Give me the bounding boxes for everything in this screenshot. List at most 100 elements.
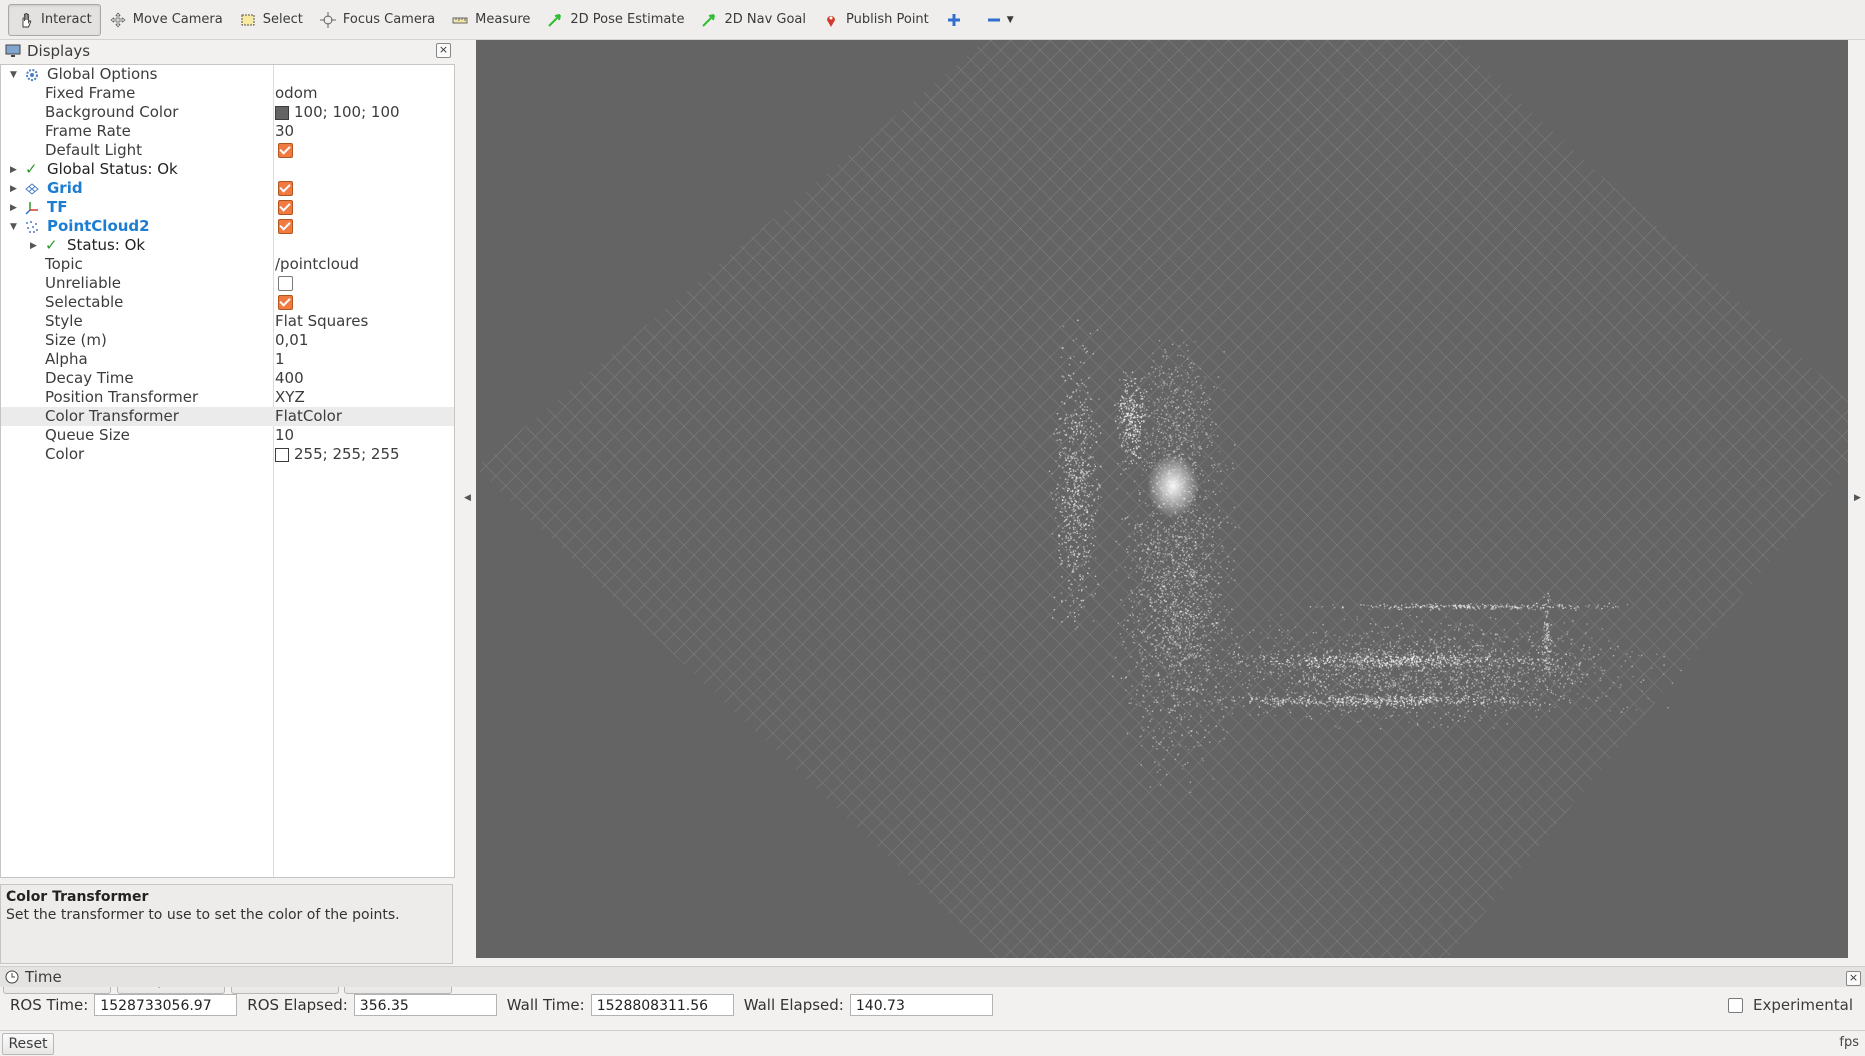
expand-arrow-icon[interactable]: ▶ — [30, 241, 37, 251]
render-viewport[interactable] — [476, 40, 1848, 958]
point — [1062, 447, 1064, 450]
point — [1174, 603, 1177, 605]
queue-size-value[interactable]: 10 — [275, 426, 294, 445]
tree-row-global-status[interactable]: ▶ ✓ Global Status: Ok — [1, 160, 454, 179]
point — [1506, 681, 1508, 683]
point — [1223, 738, 1225, 740]
expand-arrow-icon[interactable]: ▼ — [10, 222, 17, 232]
tree-row-tf[interactable]: ▶ TF — [1, 198, 454, 217]
2d-pose-estimate-tool-button[interactable]: 2D Pose Estimate — [538, 5, 692, 35]
color-swatch[interactable] — [275, 105, 289, 120]
publish-point-tool-button[interactable]: Publish Point — [814, 5, 937, 35]
tree-row-size[interactable]: Size (m) 0,01 — [1, 331, 454, 350]
alpha-value[interactable]: 1 — [275, 350, 285, 369]
tree-row-queue-size[interactable]: Queue Size 10 — [1, 426, 454, 445]
tree-row-fixed-frame[interactable]: Fixed Frame odom — [1, 84, 454, 103]
tf-checkbox[interactable] — [278, 200, 293, 215]
measure-tool-button[interactable]: Measure — [443, 5, 538, 35]
point — [1273, 702, 1275, 705]
tree-row-color[interactable]: Color 255; 255; 255 — [1, 445, 454, 464]
point — [1202, 557, 1204, 560]
point — [1528, 652, 1531, 654]
point — [1536, 680, 1538, 682]
point — [1171, 686, 1173, 689]
point — [1174, 562, 1176, 565]
point — [1212, 778, 1214, 780]
point — [1233, 548, 1236, 550]
tree-row-color-transformer[interactable]: Color Transformer FlatColor — [1, 407, 454, 426]
point — [1120, 599, 1122, 601]
default-light-checkbox[interactable] — [278, 143, 293, 158]
unreliable-checkbox[interactable] — [278, 276, 293, 291]
point — [1334, 666, 1336, 668]
interact-tool-button[interactable]: Interact — [8, 3, 101, 36]
position-transformer-value[interactable]: XYZ — [275, 388, 305, 407]
point — [1174, 539, 1176, 542]
tree-row-default-light[interactable]: Default Light — [1, 141, 454, 160]
point — [1196, 608, 1198, 610]
point — [1567, 674, 1569, 677]
close-icon[interactable]: × — [436, 43, 451, 58]
point — [1209, 672, 1211, 674]
point — [1198, 579, 1200, 581]
expand-arrow-icon[interactable]: ▶ — [10, 165, 17, 175]
tree-row-pointcloud2[interactable]: ▼ PointCloud2 — [1, 217, 454, 236]
expand-arrow-icon[interactable]: ▶ — [10, 203, 17, 213]
tree-row-frame-rate[interactable]: Frame Rate 30 — [1, 122, 454, 141]
point — [1395, 707, 1398, 709]
point — [1503, 684, 1506, 686]
tree-row-status[interactable]: ▶ ✓ Status: Ok — [1, 236, 454, 255]
style-value[interactable]: Flat Squares — [275, 312, 368, 331]
frame-rate-value[interactable]: 30 — [275, 122, 294, 141]
point — [1248, 679, 1250, 681]
point — [1479, 665, 1481, 667]
color-swatch[interactable] — [275, 447, 289, 462]
fixed-frame-value[interactable]: odom — [275, 84, 318, 103]
tree-row-unreliable[interactable]: Unreliable — [1, 274, 454, 293]
size-value[interactable]: 0,01 — [275, 331, 308, 350]
topic-value[interactable]: /pointcloud — [275, 255, 359, 274]
color-value[interactable]: 255; 255; 255 — [275, 445, 400, 464]
point — [1357, 674, 1359, 676]
point — [1460, 677, 1462, 679]
collapse-left-icon[interactable]: ◀ — [464, 493, 471, 503]
tree-row-decay-time[interactable]: Decay Time 400 — [1, 369, 454, 388]
point — [1186, 644, 1188, 646]
point — [1172, 672, 1174, 674]
tree-row-position-transformer[interactable]: Position Transformer XYZ — [1, 388, 454, 407]
point — [1200, 720, 1202, 722]
selectable-checkbox[interactable] — [278, 295, 293, 310]
tree-row-topic[interactable]: Topic /pointcloud — [1, 255, 454, 274]
point — [1394, 695, 1397, 697]
add-tool-button[interactable] — [937, 5, 977, 35]
expand-arrow-icon[interactable]: ▼ — [10, 70, 17, 80]
tree-row-selectable[interactable]: Selectable — [1, 293, 454, 312]
expand-arrow-icon[interactable]: ▶ — [10, 184, 17, 194]
point — [1208, 665, 1210, 668]
chevron-down-icon: ▼ — [1006, 14, 1014, 25]
tree-row-style[interactable]: Style Flat Squares — [1, 312, 454, 331]
tree-row-background-color[interactable]: Background Color 100; 100; 100 — [1, 103, 454, 122]
point — [1362, 668, 1364, 670]
point — [1135, 593, 1138, 596]
point — [1202, 624, 1204, 627]
decay-time-value[interactable]: 400 — [275, 369, 304, 388]
point — [1366, 661, 1368, 663]
move-camera-tool-button[interactable]: Move Camera — [101, 5, 231, 35]
remove-tool-dropdown[interactable]: ▼ — [977, 5, 1022, 35]
tree-row-global-options[interactable]: ▼ Global Options — [1, 65, 454, 84]
background-color-value[interactable]: 100; 100; 100 — [275, 103, 400, 122]
grid-checkbox[interactable] — [278, 181, 293, 196]
select-tool-button[interactable]: Select — [231, 5, 311, 35]
tree-row-alpha[interactable]: Alpha 1 — [1, 350, 454, 369]
pointcloud2-checkbox[interactable] — [278, 219, 293, 234]
point — [1062, 496, 1065, 499]
tree-row-grid[interactable]: ▶ Grid — [1, 179, 454, 198]
collapse-right-icon[interactable]: ▶ — [1854, 493, 1861, 503]
point — [1329, 659, 1332, 662]
point — [1208, 652, 1210, 654]
point — [1471, 669, 1473, 671]
color-transformer-value[interactable]: FlatColor — [275, 407, 342, 426]
2d-nav-goal-tool-button[interactable]: 2D Nav Goal — [692, 5, 814, 35]
focus-camera-tool-button[interactable]: Focus Camera — [311, 5, 443, 35]
